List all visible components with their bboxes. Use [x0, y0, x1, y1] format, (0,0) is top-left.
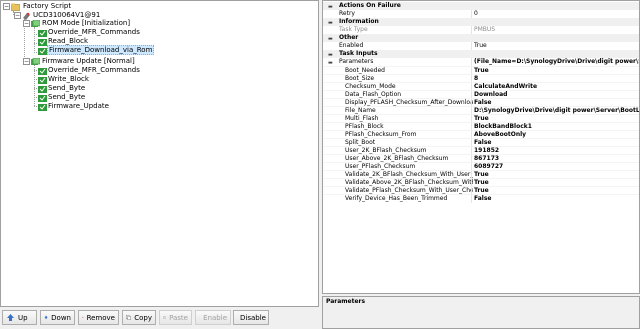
tree-task-fw-1[interactable]: Override_MFR_Commands — [47, 66, 141, 75]
param-name: Verify_Device_Has_Been_Trimmed — [345, 195, 448, 202]
tree-task-label: Override_MFR_Commands — [48, 28, 140, 36]
category-actions-on-failure[interactable]: ▬ Actions On Failure — [323, 2, 639, 10]
property-name: Retry — [339, 10, 355, 17]
task-icon — [38, 30, 47, 37]
category-other[interactable]: ▬ Other — [323, 34, 639, 42]
collapse-device-toggle[interactable]: − — [14, 12, 21, 19]
copy-button[interactable]: Copy — [122, 310, 156, 325]
paste-icon — [163, 316, 166, 319]
tree-toolbar: Up Down Remove Copy Paste Enable Disable — [0, 307, 320, 329]
tree-task-fw-3[interactable]: Send_Byte — [47, 84, 86, 93]
param-value: False — [471, 195, 639, 203]
task-icon — [38, 48, 47, 55]
tree-task-label: Override_MFR_Commands — [48, 66, 140, 74]
down-button-label: Down — [51, 313, 71, 322]
device-icon — [23, 12, 30, 20]
close-icon — [82, 316, 84, 319]
description-title: Parameters — [326, 298, 366, 305]
tree-task-fw-5[interactable]: Firmware_Update — [47, 102, 110, 111]
tree-root-label: Factory Script — [23, 2, 72, 10]
property-parameters[interactable]: ▬ Parameters (File_Name=D:\SynologyDrive\D… — [323, 58, 639, 66]
tree-task-label: Send_Byte — [48, 84, 86, 92]
description-pane: Parameters — [322, 296, 640, 329]
tree-fw-update-label: Firmware Update [Normal] — [42, 57, 135, 65]
category-label: Actions On Failure — [339, 2, 401, 9]
task-icon — [38, 68, 47, 75]
property-name: Enabled — [339, 42, 364, 49]
mode-icon — [31, 20, 40, 27]
disable-button[interactable]: Disable — [233, 310, 269, 325]
tree-task-fw-2[interactable]: Write_Block — [47, 75, 90, 84]
disable-button-label: Disable — [240, 313, 266, 322]
tree-task-label: Send_Byte — [48, 93, 86, 101]
paste-button-label: Paste — [169, 313, 188, 322]
collapse-fw-update-toggle[interactable]: − — [23, 58, 30, 65]
tree-rom-mode-label: ROM Mode [Initialization] — [42, 19, 131, 27]
arrow-down-icon — [44, 315, 48, 320]
category-task-inputs[interactable]: ▬ Task Inputs — [323, 50, 639, 58]
remove-button[interactable]: Remove — [78, 310, 119, 325]
tree-connector — [34, 65, 35, 106]
remove-button-label: Remove — [86, 313, 115, 322]
task-icon — [38, 86, 47, 93]
task-icon — [38, 77, 47, 84]
property-value: (File_Name=D:\SynologyDrive\Drive\digit … — [471, 58, 639, 66]
paste-button[interactable]: Paste — [159, 310, 192, 325]
category-information[interactable]: ▬ Information — [323, 18, 639, 26]
tree-task-label: Read_Block — [48, 37, 89, 45]
tree-device-label: UCD310064V1@91 — [33, 11, 101, 19]
tree-task-rom-3-selected[interactable]: Firmware_Download_via_Rom — [47, 45, 155, 55]
property-retry[interactable]: Retry 0 — [323, 10, 639, 18]
category-label: Task Inputs — [339, 50, 378, 57]
tree-fw-update[interactable]: Firmware Update [Normal] — [41, 57, 136, 66]
copy-icon — [126, 314, 131, 321]
property-name: Parameters — [339, 58, 374, 65]
mode-icon — [31, 58, 40, 65]
property-task-type[interactable]: Task Type PMBUS — [323, 26, 639, 34]
tree-rom-mode[interactable]: ROM Mode [Initialization] — [41, 19, 131, 28]
down-button[interactable]: Down — [40, 310, 75, 325]
tree-task-fw-4[interactable]: Send_Byte — [47, 93, 86, 102]
tree-task-rom-1[interactable]: Override_MFR_Commands — [47, 28, 141, 37]
property-enabled[interactable]: Enabled True — [323, 42, 639, 50]
category-label: Information — [339, 18, 379, 25]
enable-button[interactable]: Enable — [195, 310, 231, 325]
copy-button-label: Copy — [134, 313, 152, 322]
enable-icon — [199, 316, 201, 319]
tree-task-label: Write_Block — [48, 75, 89, 83]
up-button-label: Up — [18, 313, 28, 322]
tree-connector — [34, 27, 35, 53]
collapse-root-toggle[interactable]: − — [3, 3, 10, 10]
tree-root[interactable]: Factory Script — [22, 2, 72, 11]
collapse-rom-mode-toggle[interactable]: − — [23, 20, 30, 27]
folder-icon — [11, 3, 20, 11]
property-name: Task Type — [339, 26, 368, 33]
property-value: True — [471, 42, 639, 50]
category-label: Other — [339, 34, 359, 41]
arrow-up-icon — [7, 314, 14, 321]
property-value: 0 — [471, 10, 639, 18]
enable-button-label: Enable — [203, 313, 227, 322]
task-icon — [38, 39, 47, 46]
tree-task-label: Firmware_Download_via_Rom — [47, 45, 155, 55]
script-tree[interactable]: − Factory Script − UCD310064V1@91 − ROM … — [0, 0, 319, 307]
property-value: PMBUS — [471, 26, 639, 34]
task-icon — [38, 95, 47, 102]
property-grid[interactable]: ▬ Actions On Failure Retry 0 ▬ Information … — [322, 0, 640, 294]
param-row[interactable]: Verify_Device_Has_Been_Trimmed False — [323, 194, 639, 203]
tree-task-label: Firmware_Update — [48, 102, 109, 110]
up-button[interactable]: Up — [2, 310, 37, 325]
task-icon — [38, 104, 47, 111]
